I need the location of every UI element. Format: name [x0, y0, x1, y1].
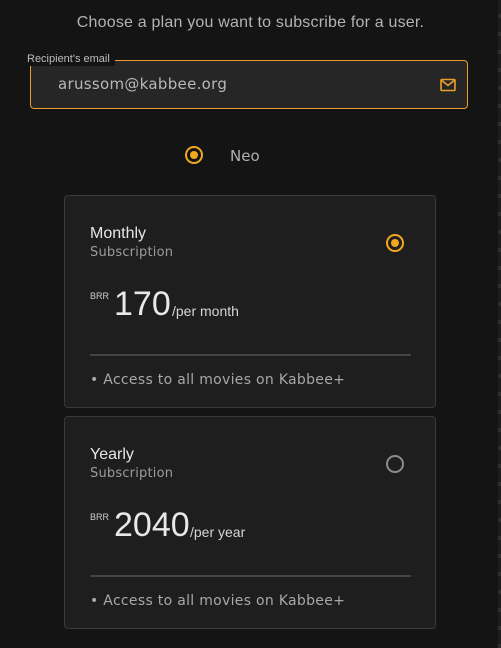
plan-feature: • Access to all movies on Kabbee+: [90, 372, 346, 388]
product-radio-neo[interactable]: [185, 146, 203, 164]
recipient-email-input[interactable]: [58, 75, 428, 93]
mail-icon: [440, 78, 456, 92]
plan-currency: BRR: [90, 291, 110, 301]
plan-divider: [90, 575, 411, 577]
plan-radio-monthly[interactable]: [386, 234, 404, 252]
plan-title: Monthly: [90, 225, 147, 242]
page-heading: Choose a plan you want to subscribe for …: [76, 14, 425, 31]
plan-period: /per year: [190, 524, 246, 540]
recipient-email-field[interactable]: [30, 60, 468, 109]
recipient-email-label: Recipient's email: [22, 52, 115, 66]
plan-divider: [90, 354, 411, 356]
plan-subtitle: Subscription: [90, 466, 174, 481]
plan-feature: • Access to all movies on Kabbee+: [90, 593, 346, 609]
plan-radio-yearly[interactable]: [386, 455, 404, 473]
plan-price: 2040: [114, 506, 190, 544]
plan-currency: BRR: [90, 512, 110, 522]
subscription-page: Choose a plan you want to subscribe for …: [0, 0, 501, 648]
product-label-neo: Neo: [230, 147, 260, 165]
plan-title: Yearly: [90, 446, 134, 463]
plan-subtitle: Subscription: [90, 245, 174, 260]
plan-card-yearly[interactable]: Yearly Subscription BRR 2040 /per year •…: [64, 416, 436, 629]
plan-price: 170: [114, 285, 171, 323]
plan-card-monthly[interactable]: Monthly Subscription BRR 170 /per month …: [64, 195, 436, 408]
plan-period: /per month: [172, 303, 239, 319]
